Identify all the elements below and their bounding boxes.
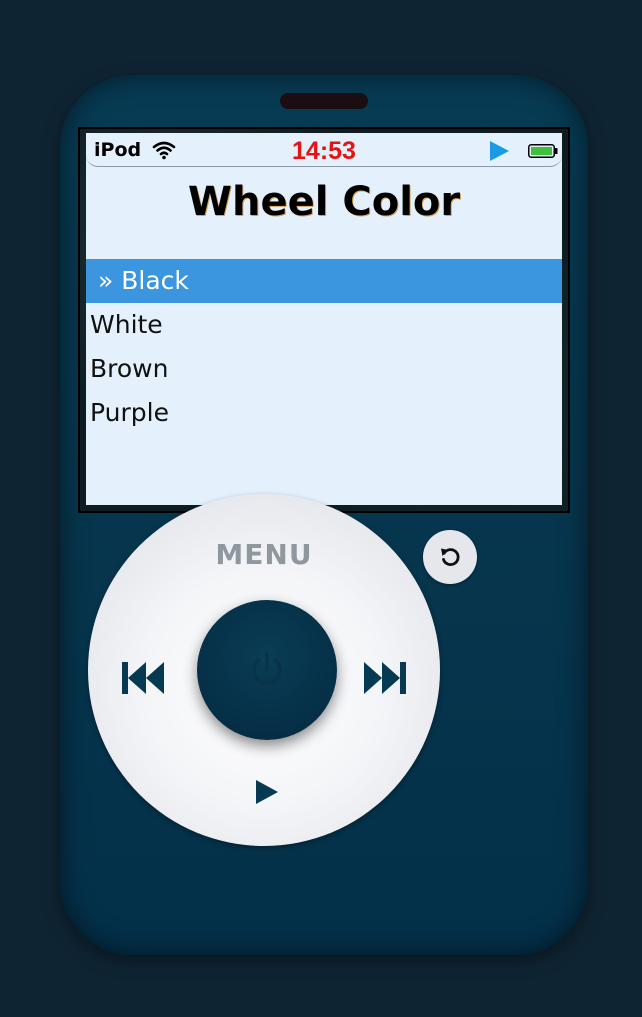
play-icon[interactable] <box>254 778 280 806</box>
refresh-button[interactable] <box>423 530 477 584</box>
menu-item-brown[interactable]: Brown <box>86 347 562 391</box>
menu-item-purple[interactable]: Purple <box>86 391 562 435</box>
click-wheel[interactable]: MENU <box>88 494 440 846</box>
menu-item-black[interactable]: » Black <box>86 259 562 303</box>
menu-list: » Black White Brown Purple <box>86 259 562 435</box>
skip-previous-icon[interactable] <box>120 658 166 698</box>
power-icon <box>247 650 287 690</box>
speaker-grille <box>280 93 368 109</box>
play-status-icon <box>488 140 510 162</box>
menu-item-white[interactable]: White <box>86 303 562 347</box>
status-bar: iPod 14:53 <box>86 133 562 167</box>
menu-button[interactable]: MENU <box>88 538 440 571</box>
center-button[interactable] <box>197 600 337 740</box>
screen-frame: iPod 14:53 Wheel Color » Black White Bro… <box>78 127 570 513</box>
page-title: Wheel Color <box>187 179 461 225</box>
refresh-icon <box>438 545 462 569</box>
screen: iPod 14:53 Wheel Color » Black White Bro… <box>86 133 562 505</box>
skip-next-icon[interactable] <box>362 658 408 698</box>
battery-icon <box>528 143 558 158</box>
